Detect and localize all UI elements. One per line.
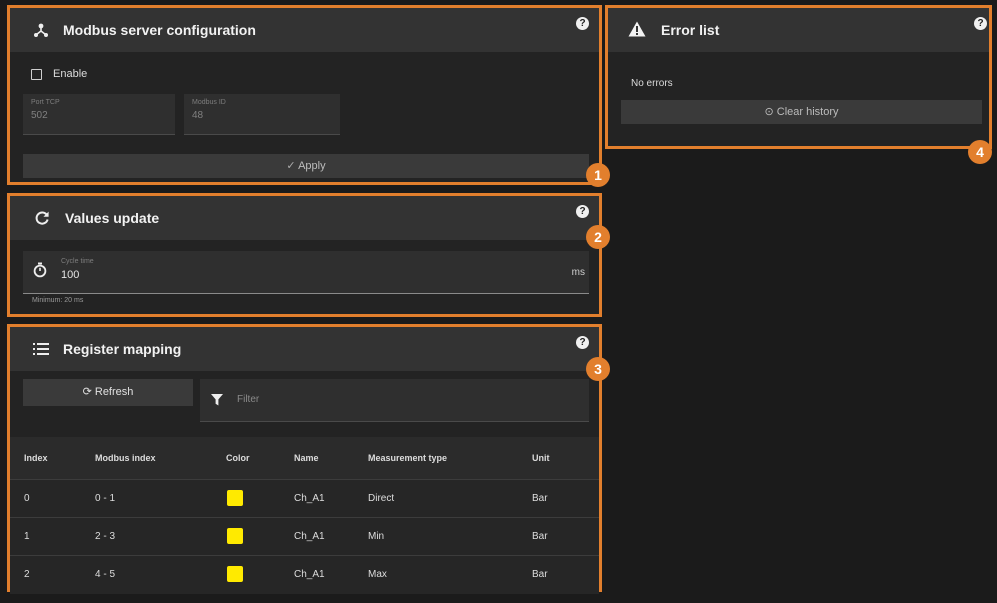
column-measurement-type: Measurement type (368, 453, 448, 463)
color-swatch[interactable] (227, 490, 243, 506)
refresh-label: Refresh (94, 386, 134, 398)
error-status: No errors (631, 78, 673, 89)
modbus-id-field[interactable]: Modbus ID 48 (184, 94, 340, 135)
cycle-time-label: Cycle time (61, 258, 94, 265)
column-name: Name (294, 453, 319, 463)
color-swatch[interactable] (227, 528, 243, 544)
clear-history-label: Clear history (776, 106, 839, 118)
callout-badge-4: 4 (968, 140, 992, 164)
callout-badge-3: 3 (586, 357, 610, 381)
enable-label: Enable (53, 68, 88, 80)
values-update-panel: Values update ? Cycle time 100 ms Minimu… (7, 193, 602, 317)
modbus-config-header: Modbus server configuration ? (10, 8, 599, 52)
filter-placeholder: Filter (237, 394, 260, 405)
stopwatch-icon (33, 262, 47, 278)
column-index: Index (24, 453, 48, 463)
cell-measurement-type: Direct (368, 493, 395, 504)
values-update-title: Values update (65, 210, 160, 226)
cell-name: Ch_A1 (294, 531, 325, 542)
cell-unit: Bar (532, 493, 548, 504)
cell-measurement-type: Max (368, 569, 387, 580)
port-tcp-label: Port TCP (31, 99, 60, 106)
help-icon[interactable]: ? (576, 205, 589, 218)
cell-index: 1 (24, 531, 30, 542)
cell-name: Ch_A1 (294, 493, 325, 504)
table-row[interactable]: 2 4 - 5 Ch_A1 Max Bar (10, 555, 599, 594)
history-icon: ⊙ (764, 106, 774, 118)
refresh-icon (35, 211, 49, 225)
error-list-panel: Error list ? No errors ⊙ Clear history (605, 5, 992, 149)
cycle-time-unit: ms (571, 267, 585, 278)
apply-label: Apply (298, 160, 326, 172)
modbus-config-title: Modbus server configuration (63, 22, 256, 38)
cell-unit: Bar (532, 569, 548, 580)
callout-badge-2: 2 (586, 225, 610, 249)
network-icon (34, 23, 48, 37)
register-mapping-header: Register mapping ? (10, 327, 599, 371)
help-icon[interactable]: ? (576, 17, 589, 30)
refresh-small-icon: ⟳ (82, 386, 92, 398)
apply-button[interactable]: ✓ Apply (23, 154, 589, 178)
port-tcp-field[interactable]: Port TCP 502 (23, 94, 175, 135)
color-swatch[interactable] (227, 566, 243, 582)
refresh-button[interactable]: ⟳ Refresh (23, 379, 193, 406)
column-color: Color (226, 453, 250, 463)
filter-field[interactable]: Filter (200, 379, 589, 422)
cell-modbus-index: 2 - 3 (95, 531, 116, 542)
check-icon: ✓ (286, 160, 296, 172)
cell-name: Ch_A1 (294, 569, 325, 580)
help-icon[interactable]: ? (576, 336, 589, 349)
cell-unit: Bar (532, 531, 548, 542)
cell-index: 2 (24, 569, 30, 580)
cell-modbus-index: 4 - 5 (95, 569, 116, 580)
error-list-header: Error list ? (608, 8, 989, 52)
modbus-config-panel: Modbus server configuration ? Enable Por… (7, 5, 602, 185)
register-table: Index Modbus index Color Name Measuremen… (10, 437, 599, 594)
cell-modbus-index: 0 - 1 (95, 493, 116, 504)
register-mapping-panel: Register mapping ? ⟳ Refresh Filter Inde… (7, 324, 602, 594)
cycle-time-value: 100 (61, 269, 80, 281)
warning-icon (628, 21, 646, 37)
cell-measurement-type: Min (368, 531, 385, 542)
cycle-time-hint: Minimum: 20 ms (32, 297, 84, 304)
table-header: Index Modbus index Color Name Measuremen… (10, 437, 599, 479)
clear-history-button[interactable]: ⊙ Clear history (621, 100, 982, 124)
port-tcp-value: 502 (31, 110, 48, 121)
column-modbus-index: Modbus index (95, 453, 156, 463)
help-icon[interactable]: ? (974, 17, 987, 30)
filter-icon (211, 394, 223, 406)
modbus-id-label: Modbus ID (192, 99, 226, 106)
list-icon (33, 343, 49, 355)
table-row[interactable]: 0 0 - 1 Ch_A1 Direct Bar (10, 479, 599, 518)
callout-badge-1: 1 (586, 163, 610, 187)
register-mapping-title: Register mapping (63, 341, 182, 357)
modbus-id-value: 48 (192, 110, 204, 121)
table-row[interactable]: 1 2 - 3 Ch_A1 Min Bar (10, 517, 599, 556)
values-update-header: Values update ? (10, 196, 599, 240)
cell-index: 0 (24, 493, 30, 504)
enable-checkbox[interactable] (31, 69, 42, 80)
error-list-title: Error list (661, 22, 720, 38)
cycle-time-field[interactable]: Cycle time 100 ms (23, 251, 589, 294)
column-unit: Unit (532, 453, 550, 463)
